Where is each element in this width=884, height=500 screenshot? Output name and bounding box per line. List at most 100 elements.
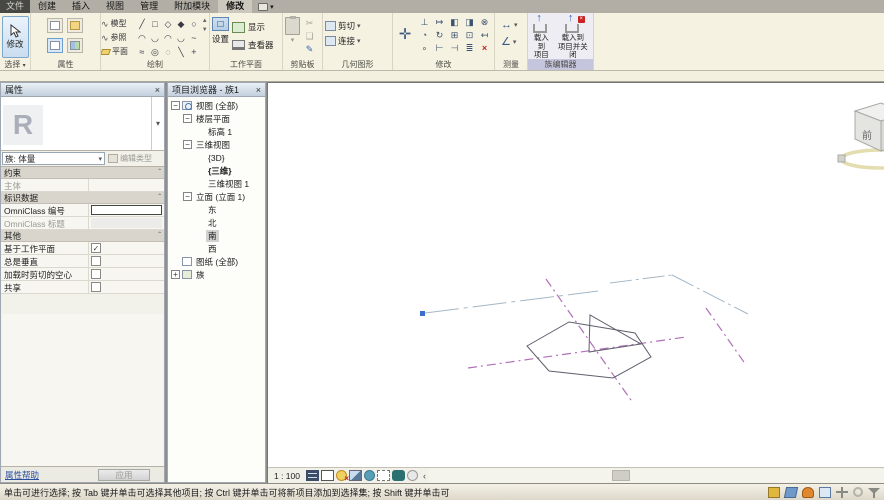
align-tool-icon[interactable]: ⊥: [417, 16, 432, 29]
always-vertical-checkbox[interactable]: [91, 256, 101, 266]
reference-plane-line[interactable]: [705, 307, 747, 366]
draw-plane-button[interactable]: 平面: [101, 45, 135, 58]
press-drag-select-icon[interactable]: [836, 486, 848, 498]
tree-node-east[interactable]: 东: [168, 203, 265, 216]
section-identity-data[interactable]: 标识数据 ˆ: [1, 192, 164, 204]
expand-toggle-icon[interactable]: +: [171, 270, 180, 279]
properties-help-link[interactable]: 属性帮助: [5, 469, 39, 481]
type-selector[interactable]: R ▾: [1, 97, 164, 151]
visual-style-icon[interactable]: [321, 470, 334, 481]
tab-addins[interactable]: 附加模块: [166, 0, 218, 13]
tree-node-level-1[interactable]: 标高 1: [168, 125, 265, 138]
type-selector-dropdown-icon[interactable]: ▾: [151, 97, 164, 150]
tree-node-families[interactable]: + 族: [168, 268, 265, 281]
tab-file[interactable]: 文件: [0, 0, 31, 13]
mirror-line-tool-icon[interactable]: ◨: [462, 16, 477, 29]
tangent-arc-icon[interactable]: ◠: [161, 31, 174, 45]
match-type-icon[interactable]: ✎: [303, 44, 316, 55]
tab-modify[interactable]: 修改: [218, 0, 253, 13]
draw-scroll-up-icon[interactable]: ▲: [202, 18, 208, 24]
rotate-tool-icon[interactable]: ↻: [432, 29, 447, 42]
tree-node-north[interactable]: 北: [168, 216, 265, 229]
viewcube-compass-ring[interactable]: [839, 148, 884, 170]
draw-reference-button[interactable]: ∿ 参照: [101, 31, 135, 45]
tree-node-elevations[interactable]: − 立面 (立面 1): [168, 190, 265, 203]
properties-close-icon[interactable]: ×: [155, 85, 160, 95]
array-tool-icon[interactable]: ⊞: [447, 29, 462, 42]
extend-tool-icon[interactable]: ⊣: [447, 42, 462, 55]
tree-node-3d-current[interactable]: {三维}: [168, 164, 265, 177]
section-constraints[interactable]: 约束 ˆ: [1, 167, 164, 179]
move-tool-icon[interactable]: ✛: [395, 16, 415, 55]
collapse-toggle-icon[interactable]: −: [183, 140, 192, 149]
workplane-based-checkbox[interactable]: ✓: [91, 243, 101, 253]
draw-model-button[interactable]: ∿ 模型: [101, 17, 135, 31]
tree-node-west[interactable]: 西: [168, 242, 265, 255]
tab-insert[interactable]: 插入: [64, 0, 98, 13]
temporary-hide-isolate-icon[interactable]: [392, 470, 405, 481]
measure-angle-button[interactable]: ∠ ▾: [501, 35, 527, 48]
reference-plane-line[interactable]: [467, 336, 687, 369]
selection-filter-icon[interactable]: [868, 487, 880, 498]
family-filter-combo[interactable]: 族: 体量 ▾: [2, 152, 105, 165]
properties-title-bar[interactable]: 属性 ×: [1, 83, 164, 97]
workplane-show-button[interactable]: 显示: [232, 20, 274, 34]
measure-aligned-button[interactable]: ↔ ▾: [501, 19, 527, 31]
unpin-tool-icon[interactable]: ⊗: [477, 16, 492, 29]
level-line[interactable]: [671, 274, 749, 315]
ribbon-display-toggle[interactable]: ▾: [252, 0, 280, 13]
tree-node-3d-views[interactable]: − 三维视图: [168, 138, 265, 151]
offset-tool-icon[interactable]: ↦: [432, 16, 447, 29]
collapse-toggle-icon[interactable]: −: [183, 114, 192, 123]
circumscribed-polygon-tool-icon[interactable]: ◆: [174, 17, 187, 31]
tree-node-views[interactable]: − 视图 (全部): [168, 99, 265, 112]
mirror-axis-tool-icon[interactable]: ◧: [447, 16, 462, 29]
load-into-project-close-button[interactable]: ↑ × 载入到 项目并关闭: [556, 15, 590, 58]
edit-type-button[interactable]: 编辑类型: [106, 151, 164, 166]
tree-node-sheets[interactable]: 图纸 (全部): [168, 255, 265, 268]
trim-tool-icon[interactable]: ⊢: [432, 42, 447, 55]
horizontal-scrollbar[interactable]: [429, 468, 884, 483]
family-types-icon[interactable]: [47, 38, 63, 53]
split-tool-icon[interactable]: ∘: [417, 42, 432, 55]
design-options-icon[interactable]: [802, 486, 814, 498]
workplane-set-button[interactable]: 设置: [212, 16, 229, 52]
delete-tool-icon[interactable]: ×: [477, 42, 492, 55]
cut-icon[interactable]: ✂: [303, 18, 316, 29]
collapse-toggle-icon[interactable]: −: [183, 192, 192, 201]
family-category-icon[interactable]: [67, 18, 83, 33]
worksets-icon[interactable]: [768, 486, 780, 498]
cut-voids-checkbox[interactable]: [91, 269, 101, 279]
exclude-options-icon[interactable]: [819, 486, 831, 498]
start-end-radius-arc-icon[interactable]: ◠: [135, 31, 148, 45]
level-line[interactable]: [424, 290, 599, 314]
scale-tool-icon[interactable]: ⊡: [462, 29, 477, 42]
triangle-profile[interactable]: [588, 314, 643, 353]
drawing-area[interactable]: 前 1 : 100 ‹: [267, 82, 884, 483]
spline-2-tool-icon[interactable]: ≈: [135, 45, 148, 58]
panel-label-select[interactable]: 选择 ▾: [0, 59, 30, 70]
background-processes-icon[interactable]: [853, 487, 863, 497]
point-tool-icon[interactable]: +: [187, 45, 200, 58]
sun-path-icon[interactable]: [336, 470, 349, 483]
tree-node-3d[interactable]: {3D}: [168, 151, 265, 164]
modify-tool-button[interactable]: 修改: [1, 16, 29, 58]
pin-tool-icon[interactable]: ↤: [477, 29, 492, 42]
tab-manage[interactable]: 管理: [132, 0, 166, 13]
browser-title-bar[interactable]: 项目浏览器 - 族1 ×: [168, 83, 265, 97]
circle-tool-icon[interactable]: ○: [187, 17, 200, 31]
rectangle-tool-icon[interactable]: □: [148, 17, 161, 31]
detail-level-icon[interactable]: [306, 470, 319, 481]
reveal-hidden-elements-icon[interactable]: [407, 470, 418, 481]
horizontal-scrollbar-thumb[interactable]: [612, 469, 630, 481]
compass-west-marker[interactable]: [837, 154, 846, 163]
properties-palette-icon[interactable]: [47, 18, 63, 33]
shadows-icon[interactable]: [349, 470, 362, 481]
tree-node-floor-plans[interactable]: − 楼层平面: [168, 112, 265, 125]
paste-button[interactable]: ▾: [285, 16, 300, 55]
draw-scroll-down-icon[interactable]: ▼: [202, 27, 208, 33]
tree-node-south[interactable]: 南: [168, 229, 265, 242]
browser-close-icon[interactable]: ×: [256, 85, 261, 95]
tab-create[interactable]: 创建: [30, 0, 64, 13]
collapse-toggle-icon[interactable]: −: [171, 101, 180, 110]
